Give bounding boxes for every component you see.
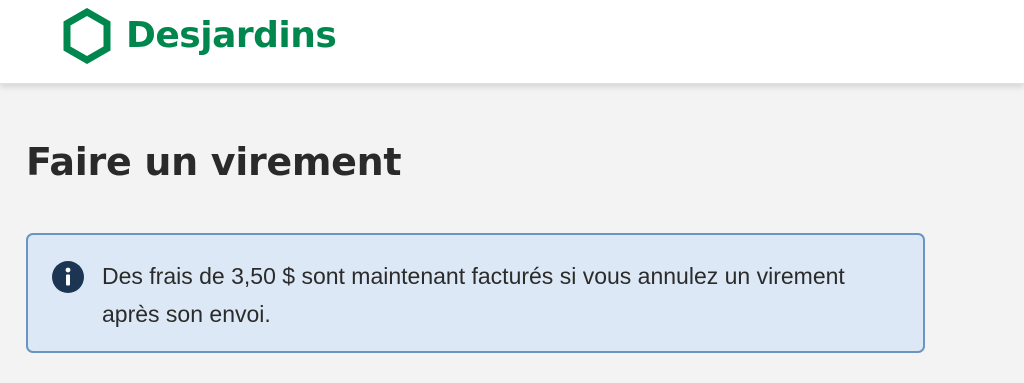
- info-icon: [52, 261, 84, 293]
- info-banner-message: Des frais de 3,50 $ sont maintenant fact…: [102, 263, 845, 327]
- site-header: Desjardins: [0, 0, 1024, 84]
- desjardins-logo-link[interactable]: Desjardins: [62, 8, 337, 64]
- desjardins-hexagon-icon: [63, 8, 111, 64]
- page-title: Faire un virement: [26, 140, 402, 184]
- brand-name: Desjardins: [126, 15, 337, 56]
- info-banner: Des frais de 3,50 $ sont maintenant fact…: [26, 233, 925, 353]
